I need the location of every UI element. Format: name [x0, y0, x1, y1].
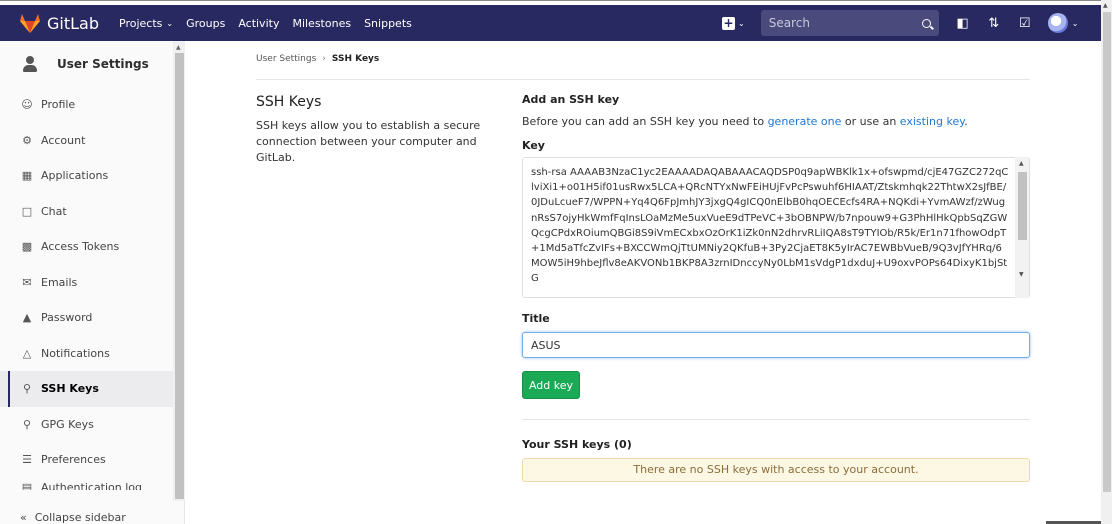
key-label: Key: [522, 139, 545, 152]
sidebar-item-authentication-log[interactable]: ▤ Authentication log: [0, 478, 184, 490]
avatar[interactable]: [1047, 13, 1068, 33]
divider: [522, 419, 1030, 420]
tanuki-icon: [20, 13, 40, 33]
key-textarea-scrollbar-thumb[interactable]: [1018, 172, 1027, 240]
scroll-down-icon[interactable]: ▼: [1019, 271, 1024, 278]
sidebar-item-ssh-keys[interactable]: ⚲ SSH Keys: [0, 371, 184, 407]
scroll-up-icon[interactable]: ▲: [176, 44, 181, 51]
sidebar-item-gpg-keys[interactable]: ⚲ GPG Keys: [0, 407, 184, 443]
sidebar-item-label: Password: [41, 311, 93, 325]
add-key-description: Before you can add an SSH key you need t…: [522, 115, 968, 128]
nav-projects[interactable]: Projects ⌄: [119, 17, 173, 30]
settings-sidebar: User Settings ☺ Profile ⚙ Account ▦ Appl…: [0, 41, 185, 524]
nav-groups[interactable]: Groups: [186, 17, 225, 30]
scroll-up-icon[interactable]: ▲: [1019, 160, 1024, 167]
key-icon: ⚲: [22, 417, 32, 431]
sidebar-item-password[interactable]: ▲ Password: [0, 300, 184, 336]
add-key-heading: Add an SSH key: [522, 93, 620, 106]
key-textarea-value: ssh-rsa AAAAB3NzaC1yc2EAAAADAQABAAACAQDS…: [531, 167, 1009, 285]
sidebar-item-emails[interactable]: ✉ Emails: [0, 265, 184, 301]
new-dropdown-button[interactable]: + ⌄: [722, 15, 745, 30]
sidebar-item-access-tokens[interactable]: ▩ Access Tokens: [0, 229, 184, 265]
log-icon: ▤: [21, 480, 33, 490]
sidebar-item-notifications[interactable]: △ Notifications: [0, 336, 184, 372]
sidebar-item-label: Emails: [41, 275, 78, 289]
search-input[interactable]: Search: [760, 10, 939, 36]
sidebar-item-label: Profile: [41, 98, 76, 112]
search-placeholder: Search: [768, 16, 810, 30]
sidebar-item-chat[interactable]: □ Chat: [0, 194, 184, 230]
key-textarea[interactable]: ssh-rsa AAAAB3NzaC1yc2EAAAADAQABAAACAQDS…: [522, 157, 1030, 298]
nav-activity[interactable]: Activity: [238, 17, 279, 30]
nav-snippets[interactable]: Snippets: [364, 17, 412, 30]
nav-milestones[interactable]: Milestones: [292, 17, 351, 30]
lock-icon: ▲: [22, 311, 32, 325]
breadcrumb-current[interactable]: SSH Keys: [332, 54, 379, 64]
page-description: SSH keys allow you to establish a secure…: [256, 119, 481, 164]
emails-icon: ✉: [22, 275, 32, 289]
chevron-down-icon: ⌄: [166, 18, 174, 28]
todos-icon[interactable]: ☑: [1018, 16, 1032, 31]
sidebar-item-label: GPG Keys: [41, 417, 94, 431]
generate-one-link[interactable]: generate one: [768, 115, 842, 128]
breadcrumb: User Settings › SSH Keys: [256, 54, 379, 64]
sidebar-item-label: SSH Keys: [41, 382, 99, 396]
chevron-right-icon: ›: [322, 54, 326, 64]
sidebar-item-label: Notifications: [41, 346, 110, 360]
top-navbar: GitLab Projects ⌄ Groups Activity Milest…: [0, 5, 1101, 41]
page-title: SSH Keys: [256, 94, 322, 110]
plus-icon: +: [722, 15, 735, 30]
sidebar-scrollbar-thumb[interactable]: [175, 53, 184, 499]
user-icon: [22, 56, 38, 72]
desc-text: or use an: [841, 115, 900, 128]
sidebar-item-label: Preferences: [41, 453, 106, 467]
navbar-right: + ⌄ Search ◧ ⇅ ☑ ⌄: [722, 5, 1078, 41]
divider: [256, 79, 1030, 80]
collapse-sidebar-button[interactable]: « Collapse sidebar: [0, 511, 185, 524]
window-scrollbar-thumb[interactable]: [1103, 12, 1111, 492]
breadcrumb-parent[interactable]: User Settings: [256, 54, 316, 64]
account-icon: ⚙: [22, 133, 32, 147]
bell-icon: △: [22, 346, 32, 360]
profile-icon: ☺: [21, 98, 33, 112]
existing-key-link[interactable]: existing key: [900, 115, 964, 128]
chevron-down-icon: ⌄: [1071, 18, 1079, 28]
your-keys-heading: Your SSH keys (0): [522, 438, 632, 451]
empty-keys-alert: There are no SSH keys with access to you…: [522, 458, 1030, 482]
collapse-sidebar-label: Collapse sidebar: [34, 511, 126, 524]
sidebar-item-label: Access Tokens: [41, 240, 120, 254]
sidebar-header[interactable]: User Settings: [0, 41, 184, 87]
sidebar-item-label: Chat: [41, 204, 67, 218]
title-label: Title: [522, 312, 550, 325]
sliders-icon: ☰: [22, 453, 32, 467]
chat-icon: □: [21, 204, 33, 218]
chevron-down-icon: ⌄: [738, 18, 745, 28]
merge-requests-icon[interactable]: ⇅: [987, 16, 1001, 31]
sidebar-header-label: User Settings: [57, 57, 149, 71]
sidebar-item-applications[interactable]: ▦ Applications: [0, 158, 184, 194]
nav-projects-label: Projects: [119, 16, 163, 30]
gitlab-logo[interactable]: GitLab: [20, 13, 99, 33]
add-key-button[interactable]: Add key: [522, 371, 580, 399]
nav-links: Projects ⌄ Groups Activity Milestones Sn…: [119, 17, 425, 30]
key-icon: ⚲: [22, 382, 32, 396]
sidebar-item-preferences[interactable]: ☰ Preferences: [0, 442, 184, 478]
sidebar-item-label: Authentication log: [41, 480, 143, 490]
scroll-up-icon[interactable]: ▲: [1103, 2, 1108, 9]
desc-text: .: [964, 115, 968, 128]
access-tokens-icon: ▩: [21, 240, 33, 254]
sidebar-item-label: Applications: [41, 169, 109, 183]
sidebar-item-profile[interactable]: ☺ Profile: [0, 87, 184, 123]
issues-icon[interactable]: ◧: [956, 16, 970, 31]
applications-icon: ▦: [21, 169, 33, 183]
double-chevron-left-icon: «: [20, 511, 27, 524]
search-icon: [921, 18, 931, 28]
title-input[interactable]: [522, 332, 1030, 358]
sidebar-item-label: Account: [41, 133, 86, 147]
brand-name: GitLab: [47, 13, 99, 33]
sidebar-item-account[interactable]: ⚙ Account: [0, 123, 184, 159]
desc-text: Before you can add an SSH key you need t…: [522, 115, 768, 128]
